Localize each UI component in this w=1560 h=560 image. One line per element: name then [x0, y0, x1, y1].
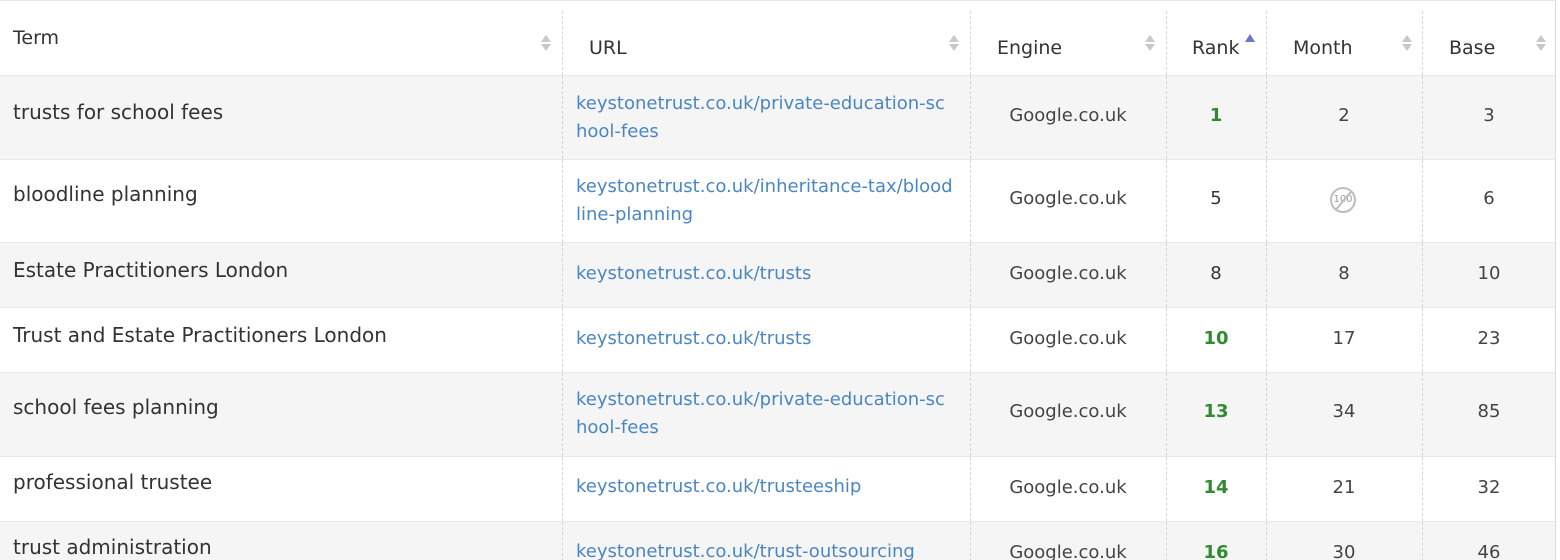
sort-icon[interactable] — [1536, 33, 1546, 53]
engine-text: Google.co.uk — [1009, 188, 1127, 209]
rank-value: 1 — [1209, 105, 1223, 126]
rank-value: 16 — [1203, 542, 1229, 560]
month-value: 17 — [1332, 328, 1356, 349]
rank-value: 10 — [1203, 328, 1229, 349]
url-link[interactable]: keystonetrust.co.uk/trusteeship — [576, 473, 956, 501]
header-url-label: URL — [589, 37, 627, 59]
header-engine[interactable]: Engine — [970, 1, 1166, 75]
header-month-label: Month — [1293, 37, 1353, 59]
url-link[interactable]: keystonetrust.co.uk/inheritance-tax/bloo… — [576, 173, 956, 229]
table-row: Estate Practitioners London keystonetrus… — [0, 243, 1555, 308]
header-term-label: Term — [13, 27, 60, 49]
base-value: 85 — [1477, 401, 1501, 422]
header-term[interactable]: Term — [0, 1, 562, 75]
engine-text: Google.co.uk — [1009, 263, 1127, 284]
rankings-table: Term URL Engine Rank Month Base trusts f… — [0, 0, 1556, 560]
base-value: 10 — [1477, 263, 1501, 284]
url-link[interactable]: keystonetrust.co.uk/trusts — [576, 260, 956, 288]
rank-value: 5 — [1210, 188, 1222, 209]
not-in-top-100-icon: 100 — [1330, 187, 1356, 213]
header-base-label: Base — [1449, 37, 1496, 59]
url-link[interactable]: keystonetrust.co.uk/private-education-sc… — [576, 90, 956, 146]
header-rank[interactable]: Rank — [1166, 1, 1266, 75]
rank-value: 8 — [1210, 263, 1222, 284]
base-value: 6 — [1483, 188, 1495, 209]
month-value: 30 — [1332, 542, 1356, 560]
base-value: 46 — [1477, 542, 1501, 560]
rank-value: 13 — [1203, 401, 1229, 422]
url-link[interactable]: keystonetrust.co.uk/private-education-sc… — [576, 386, 956, 442]
sort-ascending-icon[interactable] — [1245, 34, 1255, 42]
header-engine-label: Engine — [997, 37, 1063, 59]
month-value: 8 — [1338, 263, 1350, 284]
base-value: 32 — [1477, 477, 1501, 498]
sort-icon[interactable] — [1402, 33, 1412, 53]
table-row: professional trustee keystonetrust.co.uk… — [0, 457, 1555, 522]
table-row: trust administration keystonetrust.co.uk… — [0, 522, 1555, 560]
month-value: 2 — [1338, 105, 1350, 126]
term-text: professional trustee — [13, 470, 213, 494]
table-row: trusts for school fees keystonetrust.co.… — [0, 76, 1555, 160]
header-url[interactable]: URL — [562, 1, 970, 75]
engine-text: Google.co.uk — [1009, 328, 1127, 349]
base-value: 23 — [1477, 328, 1501, 349]
term-text: Estate Practitioners London — [13, 258, 289, 282]
url-link[interactable]: keystonetrust.co.uk/trusts — [576, 325, 956, 353]
header-rank-label: Rank — [1192, 37, 1240, 59]
term-text: trusts for school fees — [13, 100, 224, 124]
table-row: school fees planning keystonetrust.co.uk… — [0, 373, 1555, 457]
table-row: bloodline planning keystonetrust.co.uk/i… — [0, 160, 1555, 243]
rank-value: 14 — [1203, 477, 1229, 498]
url-link[interactable]: keystonetrust.co.uk/trust-outsourcing — [576, 538, 956, 560]
term-text: school fees planning — [13, 395, 219, 419]
sort-icon[interactable] — [541, 33, 551, 53]
base-value: 3 — [1483, 105, 1495, 126]
engine-text: Google.co.uk — [1009, 542, 1127, 560]
engine-text: Google.co.uk — [1009, 401, 1127, 422]
engine-text: Google.co.uk — [1009, 477, 1127, 498]
month-value: 34 — [1332, 401, 1356, 422]
term-text: bloodline planning — [13, 182, 198, 206]
engine-text: Google.co.uk — [1009, 105, 1127, 126]
term-text: trust administration — [13, 535, 212, 559]
month-value: 21 — [1332, 477, 1356, 498]
header-month[interactable]: Month — [1266, 1, 1422, 75]
table-row: Trust and Estate Practitioners London ke… — [0, 308, 1555, 373]
term-text: Trust and Estate Practitioners London — [13, 323, 387, 347]
header-base[interactable]: Base — [1422, 1, 1555, 75]
table-header: Term URL Engine Rank Month Base — [0, 1, 1555, 76]
sort-icon[interactable] — [1145, 33, 1155, 53]
sort-icon[interactable] — [949, 33, 959, 53]
